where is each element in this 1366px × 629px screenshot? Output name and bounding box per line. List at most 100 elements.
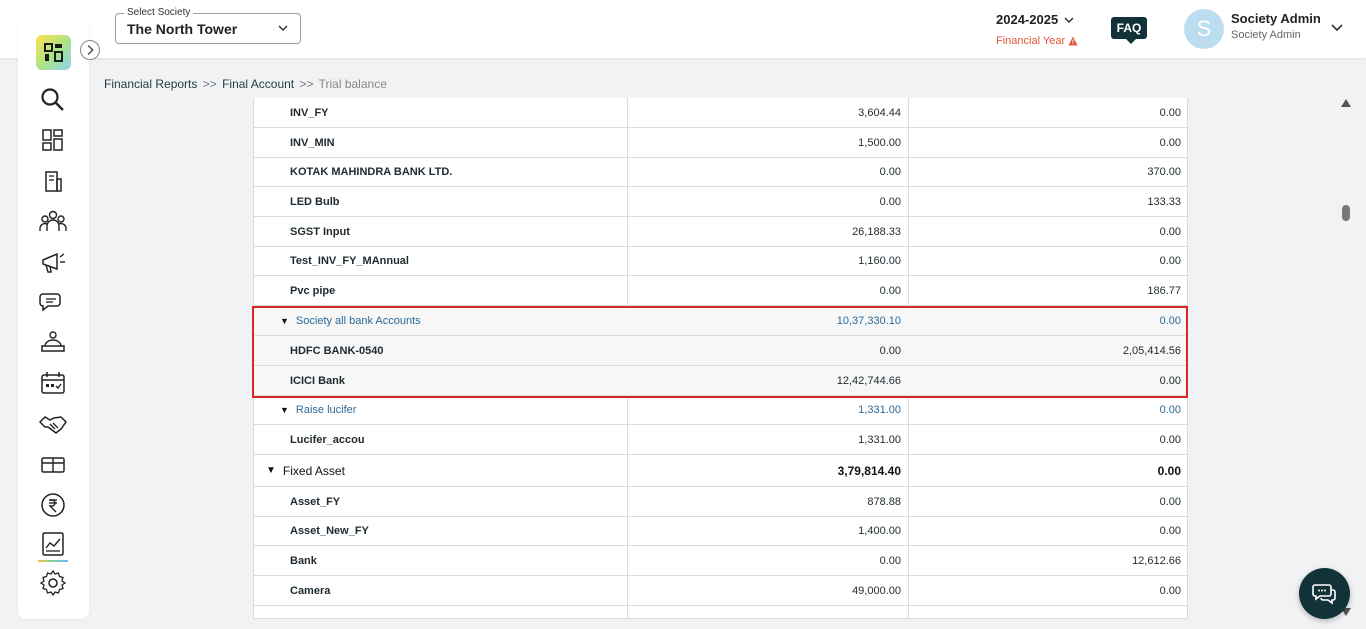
collapse-triangle-icon[interactable]: ▼ [280, 316, 289, 326]
settings-icon[interactable] [39, 569, 67, 597]
account-name: INV_FY [290, 98, 329, 127]
credit-amount: 0.00 [1159, 374, 1181, 387]
table-group-row[interactable]: ▼ Raise lucifer 1,331.00 0.00 [254, 396, 1187, 425]
breadcrumb-separator: >> [202, 77, 217, 91]
collapse-triangle-icon[interactable]: ▼ [280, 405, 289, 415]
chat-bubble-icon [1312, 584, 1336, 605]
trial-balance-table: INV_FY 3,604.44 0.00 INV_MIN 1,500.00 0.00 KOT… [253, 98, 1188, 619]
breadcrumb-final-account[interactable]: Final Account [222, 77, 294, 91]
debit-amount: 1,400.00 [858, 525, 901, 537]
parking-icon[interactable] [39, 450, 67, 478]
members-icon[interactable] [39, 207, 67, 235]
financial-year-select[interactable]: 2024-2025 Financial Year [996, 12, 1086, 47]
account-name: Pvc pipe [290, 276, 335, 305]
account-name-text: ICICI Bank [290, 374, 346, 387]
debit-amount: 0.00 [879, 344, 901, 357]
account-name: Asset_FY [290, 487, 340, 516]
account-name[interactable]: ▼ Society all bank Accounts [280, 306, 421, 335]
handshake-icon[interactable] [38, 410, 67, 438]
calendar-icon[interactable] [39, 369, 67, 397]
debit-amount: 10,37,330.10 [836, 314, 901, 327]
breadcrumb-trial-balance: Trial balance [318, 77, 387, 91]
credit-amount: 0.00 [1159, 584, 1181, 597]
account-name-text: Fixed Asset [282, 463, 345, 478]
reports-icon[interactable] [39, 530, 67, 558]
credit-amount: 0.00 [1159, 495, 1181, 508]
building-icon[interactable] [39, 167, 67, 195]
credit-amount: 186.77 [1147, 284, 1181, 297]
search-icon[interactable] [39, 86, 67, 114]
account-name-text: Asset_New_FY [290, 525, 369, 537]
announcement-icon[interactable] [39, 248, 67, 276]
account-name: KOTAK MAHINDRA BANK LTD. [290, 158, 452, 186]
table-row: INV_MIN 1,500.00 0.00 [254, 128, 1187, 158]
table-row: Asset_New_FY 1,400.00 0.00 [254, 517, 1187, 546]
avatar[interactable]: S [1184, 9, 1224, 49]
helpdesk-icon[interactable] [39, 329, 67, 357]
chevron-right-icon [87, 45, 94, 55]
active-nav-indicator [38, 560, 68, 562]
society-select[interactable]: Select Society The North Tower [115, 7, 301, 44]
scroll-up-arrow[interactable] [1341, 99, 1351, 107]
society-select-value: The North Tower [127, 21, 238, 37]
debit-amount: 0.00 [879, 284, 901, 297]
dashboard-icon[interactable] [39, 126, 67, 154]
debit-amount: 0.00 [879, 166, 901, 178]
collapse-triangle-icon[interactable]: ▼ [266, 465, 276, 476]
account-name: ICICI Bank [290, 366, 345, 395]
debit-amount: 49,000.00 [852, 584, 901, 597]
table-row: LED Bulb 0.00 133.33 [254, 187, 1187, 217]
app-logo[interactable] [36, 35, 71, 70]
debit-amount: 1,160.00 [858, 255, 901, 267]
account-name[interactable]: ▼ Raise lucifer [280, 396, 356, 424]
account-name-text: HDFC BANK-0540 [290, 344, 384, 357]
table-group-row[interactable]: ▼ Fixed Asset 3,79,814.40 0.00 [254, 455, 1187, 487]
credit-amount: 0.00 [1159, 525, 1181, 537]
scrollbar-thumb[interactable] [1342, 205, 1350, 221]
sidebar-toggle-button[interactable] [80, 40, 100, 60]
user-role: Society Admin [1231, 29, 1301, 41]
account-name-text: Camera [290, 584, 331, 597]
account-name: Test_INV_FY_MAnnual [290, 247, 409, 275]
table-group-row[interactable]: ▼ Society all bank Accounts 10,37,330.10 0.… [254, 306, 1187, 336]
table-row: Camera 49,000.00 0.00 [254, 576, 1187, 606]
account-name: SGST Input [290, 217, 350, 246]
debit-amount: 26,188.33 [852, 225, 901, 238]
table-row: ICICI Bank 12,42,744.66 0.00 [254, 366, 1187, 396]
account-name-text: INV_FY [290, 106, 329, 119]
credit-amount: 0.00 [1159, 314, 1181, 327]
account-name[interactable]: ▼ Fixed Asset [266, 455, 345, 486]
table-row: INV_FY 3,604.44 0.00 [254, 98, 1187, 128]
breadcrumb-financial-reports[interactable]: Financial Reports [104, 77, 197, 91]
account-name-text: Society all bank Accounts [295, 314, 421, 327]
table-row: Lucifer_accou 1,331.00 0.00 [254, 425, 1187, 455]
credit-amount: 0.00 [1159, 433, 1181, 446]
debit-amount: 0.00 [879, 554, 901, 567]
debit-amount: 878.88 [867, 495, 901, 508]
account-name-text: SGST Input [290, 225, 350, 238]
breadcrumb-separator: >> [299, 77, 314, 91]
faq-button[interactable]: FAQ [1111, 17, 1147, 44]
debit-amount: 1,500.00 [858, 136, 901, 149]
table-row: Test_INV_FY_MAnnual 1,160.00 0.00 [254, 247, 1187, 276]
credit-amount: 370.00 [1147, 166, 1181, 178]
table-row: Pvc pipe 0.00 186.77 [254, 276, 1187, 306]
account-name: INV_MIN [290, 128, 335, 157]
account-name: Lucifer_accou [290, 425, 365, 454]
credit-amount: 2,05,414.56 [1122, 344, 1181, 357]
user-menu-chevron-icon[interactable] [1331, 24, 1343, 32]
account-name: LED Bulb [290, 187, 340, 216]
support-chat-button[interactable] [1299, 568, 1350, 619]
account-name-text: Raise lucifer [295, 404, 357, 416]
table-row: Asset_FY 878.88 0.00 [254, 487, 1187, 517]
account-name-text: INV_MIN [290, 136, 335, 149]
account-name: HDFC BANK-0540 [290, 336, 384, 365]
chat-icon[interactable] [39, 288, 67, 316]
financial-year-label: Financial Year [996, 35, 1066, 47]
logo-mark-icon [44, 43, 63, 62]
account-name-text: LED Bulb [290, 195, 340, 208]
rupee-icon[interactable] [39, 491, 67, 519]
account-name-text: Bank [290, 554, 317, 567]
breadcrumb: Financial Reports >> Final Account >> Tr… [104, 77, 387, 91]
table-row: KOTAK MAHINDRA BANK LTD. 0.00 370.00 [254, 158, 1187, 187]
